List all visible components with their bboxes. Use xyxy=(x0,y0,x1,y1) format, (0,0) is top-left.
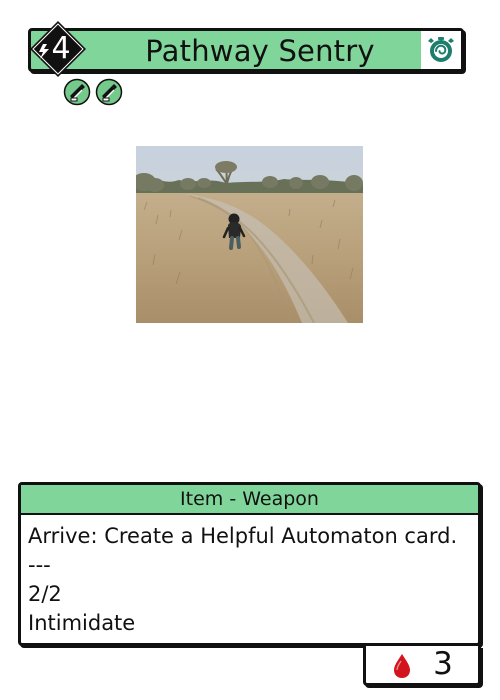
rules-box: Item - Weapon Arrive: Create a Helpful A… xyxy=(18,482,481,646)
card-title-bar: Pathway Sentry xyxy=(28,28,464,72)
rules-text: Arrive: Create a Helpful Automaton card.… xyxy=(21,515,478,638)
sigil-badge-icon xyxy=(95,78,123,106)
keyword-text: Intimidate xyxy=(28,611,136,635)
type-icon-box xyxy=(421,31,461,69)
sigil-badge-icon xyxy=(63,78,91,106)
ability-text: Arrive: Create a Helpful Automaton card. xyxy=(28,524,458,548)
card-title: Pathway Sentry xyxy=(145,34,375,68)
sigil-badges xyxy=(63,78,127,106)
blood-cost: 3 xyxy=(433,646,453,682)
sloth-timer-icon xyxy=(428,37,454,62)
card-art-image xyxy=(136,146,363,323)
blood-cost-box: 3 xyxy=(363,646,481,686)
rules-separator: --- xyxy=(28,553,51,577)
stats-text: 2/2 xyxy=(28,582,62,606)
energy-cost: 4 xyxy=(51,31,71,66)
blood-drop-icon xyxy=(394,654,410,678)
type-line: Item - Weapon xyxy=(21,485,478,515)
